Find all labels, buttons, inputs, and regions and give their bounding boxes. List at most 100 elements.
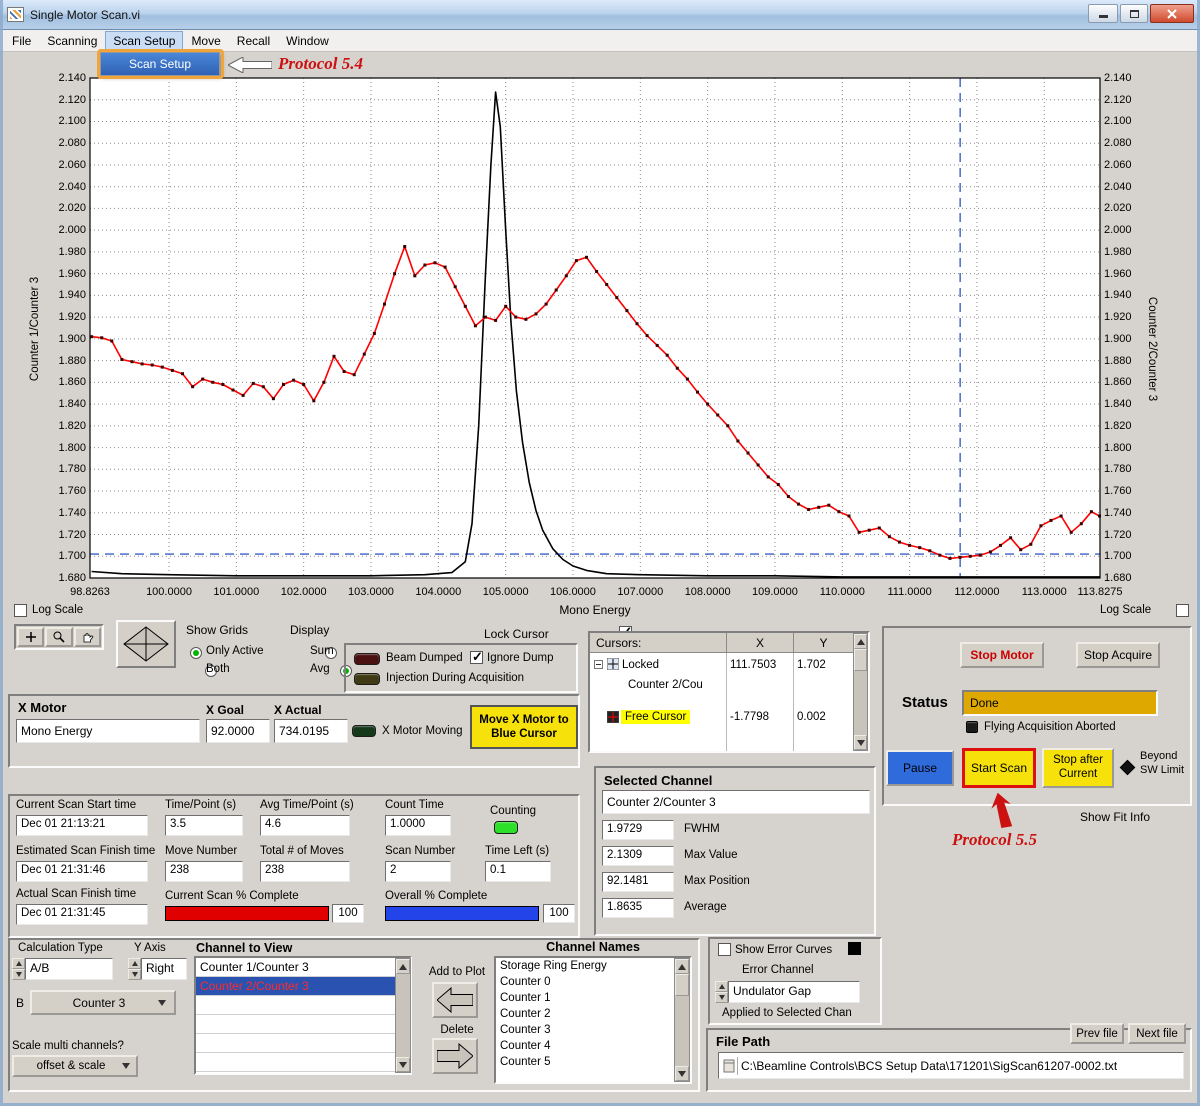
channel-names-item[interactable]: Counter 3 — [496, 1022, 674, 1038]
scroll-thumb[interactable] — [854, 649, 867, 671]
close-button[interactable] — [1150, 4, 1194, 23]
stop-acquire-button[interactable]: Stop Acquire — [1076, 642, 1160, 668]
count-time-field[interactable]: 1.0000 — [385, 815, 451, 836]
error-color-box[interactable] — [848, 942, 861, 955]
selected-channel-field[interactable]: Counter 2/Counter 3 — [602, 790, 870, 814]
minimize-button[interactable] — [1088, 4, 1118, 23]
error-channel-spinner[interactable] — [715, 981, 728, 1003]
time-point-field[interactable]: 3.5 — [165, 815, 243, 836]
channel-names-item[interactable]: Storage Ring Energy — [496, 958, 674, 974]
add-to-plot-button[interactable] — [432, 982, 478, 1018]
x-goal-field[interactable]: 92.0000 — [206, 719, 270, 743]
scroll-up-button[interactable] — [675, 959, 689, 974]
plot-canvas[interactable] — [0, 52, 1200, 625]
channel-to-view-listbox: Counter 1/Counter 3Counter 2/Counter 3 — [194, 956, 412, 1075]
total-moves-label: Total # of Moves — [260, 845, 344, 857]
menu-item-scan-setup[interactable]: Scan Setup — [105, 31, 183, 51]
calc-type-field[interactable]: A/B — [25, 958, 113, 980]
graph-palette — [14, 624, 104, 650]
free-cursor-y[interactable]: 0.002 — [797, 711, 826, 723]
pan-tool-button[interactable] — [74, 627, 101, 647]
menu-item-move[interactable]: Move — [183, 31, 228, 51]
free-cursor-x[interactable]: -1.7798 — [730, 711, 769, 723]
menu-item-window[interactable]: Window — [278, 31, 337, 51]
menu-item-recall[interactable]: Recall — [229, 31, 278, 51]
show-grids-only-active-radio[interactable] — [190, 647, 202, 659]
zoom-tool-button[interactable] — [45, 627, 72, 647]
scroll-up-button[interactable] — [396, 959, 410, 974]
y-axis-tick-left: 1.780 — [30, 463, 86, 475]
scroll-up-button[interactable] — [854, 634, 867, 649]
channel-names-item[interactable]: Counter 0 — [496, 974, 674, 990]
y-axis-field[interactable]: Right — [141, 958, 187, 980]
log-scale-left-checkbox[interactable] — [14, 604, 27, 617]
window-title: Single Motor Scan.vi — [30, 8, 140, 22]
scale-multi-dropdown[interactable]: offset & scale — [12, 1055, 138, 1077]
channel-to-view-empty-row[interactable] — [196, 1015, 395, 1034]
y-axis-spinner[interactable] — [128, 958, 141, 980]
display-avg-label: Avg — [310, 663, 330, 675]
channel-names-scrollbar[interactable] — [674, 958, 690, 1082]
x-axis-tick: 98.8263 — [56, 586, 124, 598]
ignore-dump-checkbox[interactable] — [470, 651, 483, 664]
prev-file-button[interactable]: Prev file — [1070, 1023, 1124, 1044]
menu-item-scan-setup-dropdown[interactable]: Scan Setup — [101, 53, 219, 75]
pan-diamond-control[interactable] — [116, 620, 176, 668]
channel-names-item[interactable]: Counter 5 — [496, 1054, 674, 1070]
x-axis-tick: 100.0000 — [135, 586, 203, 598]
calc-type-label: Calculation Type — [18, 942, 103, 954]
channel-to-view-empty-row[interactable] — [196, 1053, 395, 1072]
start-scan-button[interactable]: Start Scan — [962, 748, 1036, 788]
stop-after-current-button[interactable]: Stop after Current — [1042, 748, 1114, 788]
average-label: Average — [684, 901, 727, 913]
menu-item-scanning[interactable]: Scanning — [39, 31, 105, 51]
tree-expander-icon[interactable] — [594, 660, 603, 669]
locked-cursor-y[interactable]: 1.702 — [797, 659, 826, 671]
b-channel-dropdown[interactable]: Counter 3 — [30, 990, 176, 1015]
error-channel-field[interactable]: Undulator Gap — [728, 981, 860, 1003]
channel-names-listbox: Storage Ring EnergyCounter 0Counter 1Cou… — [494, 956, 692, 1084]
cursors-scrollbar[interactable] — [853, 633, 868, 751]
maximize-button[interactable] — [1120, 4, 1148, 23]
scan-info-panel: Current Scan Start time Time/Point (s) A… — [8, 794, 580, 938]
channel-names-item[interactable]: Counter 4 — [496, 1038, 674, 1054]
scroll-thumb[interactable] — [675, 974, 689, 996]
channel-names-item[interactable]: Counter 1 — [496, 990, 674, 1006]
free-cursor-label[interactable]: Free Cursor — [621, 710, 690, 724]
channel-to-view-item[interactable]: Counter 1/Counter 3 — [196, 958, 395, 977]
max-value-label: Max Value — [684, 849, 737, 861]
stop-motor-button[interactable]: Stop Motor — [960, 642, 1044, 668]
x-motor-name-field[interactable]: Mono Energy — [16, 719, 200, 743]
show-fit-info-label: Show Fit Info — [1080, 810, 1150, 824]
locked-cursor-label[interactable]: Locked — [622, 659, 659, 671]
channel-to-view-empty-row[interactable] — [196, 996, 395, 1015]
x-goal-label: X Goal — [206, 703, 244, 717]
y-axis-tick-right: 2.020 — [1104, 202, 1160, 214]
scroll-down-button[interactable] — [396, 1057, 410, 1072]
channel-to-view-item[interactable]: Counter 2/Counter 3 — [196, 977, 395, 996]
move-x-motor-button[interactable]: Move X Motor to Blue Cursor — [470, 705, 578, 749]
file-path-field[interactable]: C:\Beamline Controls\BCS Setup Data\1712… — [718, 1052, 1184, 1079]
cursors-col-y: Y — [794, 636, 853, 650]
next-file-button[interactable]: Next file — [1128, 1023, 1186, 1044]
channel-to-view-scrollbar[interactable] — [395, 958, 411, 1073]
menu-item-file[interactable]: File — [4, 31, 39, 51]
show-error-curves-checkbox[interactable] — [718, 943, 731, 956]
scroll-down-button[interactable] — [854, 735, 867, 750]
actual-finish-field: Dec 01 21:31:45 — [16, 904, 148, 925]
chart-area: Counter 1/Counter 3 Counter 2/Counter 3 … — [0, 52, 1200, 625]
scroll-down-button[interactable] — [675, 1066, 689, 1081]
file-path-label: File Path — [716, 1034, 770, 1049]
y-axis-tick-right: 2.140 — [1104, 72, 1160, 84]
locked-cursor-x[interactable]: 111.7503 — [730, 659, 776, 671]
channel-names-item[interactable]: Counter 2 — [496, 1006, 674, 1022]
pause-button[interactable]: Pause — [886, 750, 954, 786]
locked-cursor-child-label[interactable]: Counter 2/Cou — [628, 679, 724, 691]
calc-type-spinner[interactable] — [12, 958, 25, 980]
delete-button[interactable] — [432, 1038, 478, 1074]
locked-cursor-icon — [607, 658, 619, 670]
log-scale-right-checkbox[interactable] — [1176, 604, 1189, 617]
cursor-tool-button[interactable] — [17, 627, 44, 647]
y-axis-tick-right: 1.700 — [1104, 550, 1160, 562]
channel-to-view-empty-row[interactable] — [196, 1034, 395, 1053]
